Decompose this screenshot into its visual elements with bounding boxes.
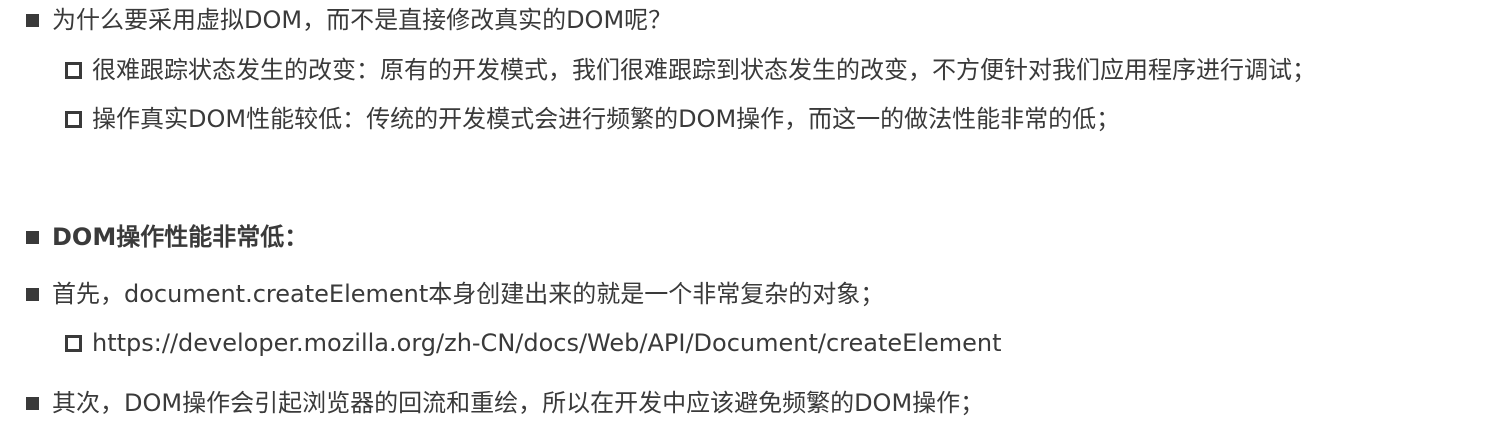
hollow-square-bullet-icon bbox=[65, 61, 82, 79]
sub-bullet-item-mdn-link: https://developer.mozilla.org/zh-CN/docs… bbox=[65, 328, 1002, 358]
bullet-text: 首先，document.createElement本身创建出来的就是一个非常复杂… bbox=[52, 280, 885, 308]
sub-bullet-item-state-tracking: 很难跟踪状态发生的改变：原有的开发模式，我们很难跟踪到状态发生的改变，不方便针对… bbox=[65, 55, 1316, 85]
sub-bullet-text: 操作真实DOM性能较低：传统的开发模式会进行频繁的DOM操作，而这一的做法性能非… bbox=[92, 105, 1121, 133]
square-bullet-icon bbox=[26, 287, 39, 301]
bullet-item-create-element: 首先，document.createElement本身创建出来的就是一个非常复杂… bbox=[26, 279, 884, 309]
sub-bullet-text: 很难跟踪状态发生的改变：原有的开发模式，我们很难跟踪到状态发生的改变，不方便针对… bbox=[92, 56, 1316, 84]
mdn-link-text: https://developer.mozilla.org/zh-CN/docs… bbox=[92, 329, 1002, 357]
slide: { "section1": { "heading": "为什么要采用虚拟DOM，… bbox=[0, 0, 1490, 430]
square-bullet-icon bbox=[26, 396, 39, 410]
square-bullet-icon bbox=[26, 13, 39, 27]
section-heading-text: DOM操作性能非常低： bbox=[52, 223, 309, 251]
square-bullet-icon bbox=[26, 230, 39, 244]
bullet-text: 其次，DOM操作会引起浏览器的回流和重绘，所以在开发中应该避免频繁的DOM操作； bbox=[52, 389, 985, 417]
bullet-item-reflow-repaint: 其次，DOM操作会引起浏览器的回流和重绘，所以在开发中应该避免频繁的DOM操作； bbox=[26, 388, 984, 418]
sub-bullet-item-dom-performance: 操作真实DOM性能较低：传统的开发模式会进行频繁的DOM操作，而这一的做法性能非… bbox=[65, 104, 1120, 134]
section-heading-dom-slow: DOM操作性能非常低： bbox=[26, 222, 308, 252]
bullet-text: 为什么要采用虚拟DOM，而不是直接修改真实的DOM呢？ bbox=[52, 6, 673, 34]
bullet-item-why-virtual-dom: 为什么要采用虚拟DOM，而不是直接修改真实的DOM呢？ bbox=[26, 5, 672, 35]
hollow-square-bullet-icon bbox=[65, 110, 82, 128]
hollow-square-bullet-icon bbox=[65, 334, 82, 352]
